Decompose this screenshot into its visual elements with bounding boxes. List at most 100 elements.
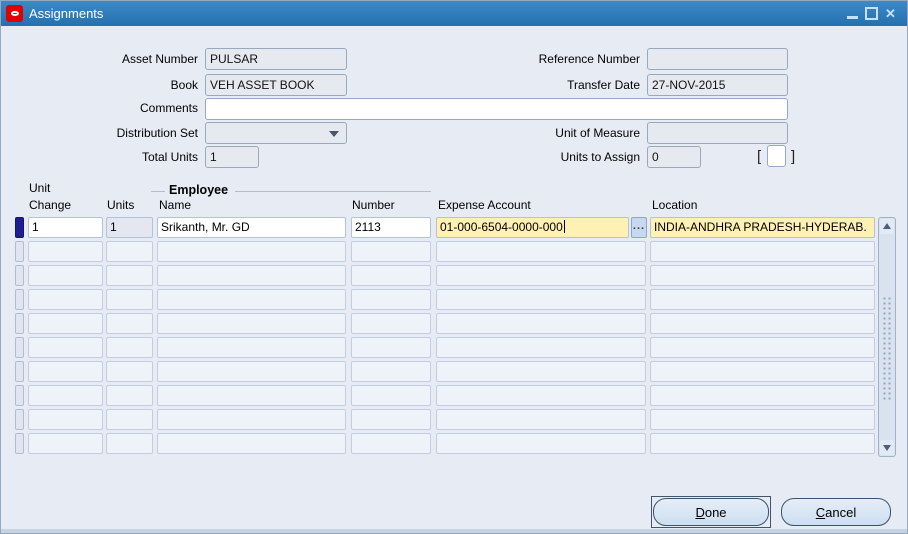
cell-units[interactable] xyxy=(106,385,153,406)
cell-name[interactable] xyxy=(157,241,346,262)
cell-name[interactable]: Srikanth, Mr. GD xyxy=(157,217,346,238)
scrollbar-thumb[interactable] xyxy=(882,296,892,401)
cell-units[interactable] xyxy=(106,409,153,430)
cell-expense-account[interactable] xyxy=(436,409,646,430)
cell-name[interactable] xyxy=(157,289,346,310)
cell-number[interactable] xyxy=(351,313,431,334)
vertical-scrollbar[interactable] xyxy=(878,217,896,457)
done-button-label: Done xyxy=(695,505,726,520)
record-selector[interactable] xyxy=(15,361,24,382)
distribution-set-label: Distribution Set xyxy=(31,126,198,140)
cell-units[interactable] xyxy=(106,289,153,310)
cell-number[interactable] xyxy=(351,289,431,310)
cell-location[interactable]: INDIA-ANDHRA PRADESH-HYDERAB. xyxy=(650,217,875,238)
done-button-focus-ring: Done xyxy=(651,496,771,528)
cell-expense-account[interactable]: 01-000-6504-0000-000 xyxy=(436,217,629,238)
cell-expense-account[interactable] xyxy=(436,241,646,262)
cell-location[interactable] xyxy=(650,433,875,454)
bracket-box-field[interactable] xyxy=(767,145,786,167)
distribution-set-select[interactable] xyxy=(205,122,347,144)
table-row xyxy=(1,289,908,312)
cell-name[interactable] xyxy=(157,265,346,286)
cell-unit-change[interactable] xyxy=(28,361,103,382)
cell-unit-change[interactable] xyxy=(28,289,103,310)
cell-unit-change[interactable] xyxy=(28,433,103,454)
comments-field[interactable] xyxy=(205,98,788,120)
cell-name[interactable] xyxy=(157,361,346,382)
lov-ellipsis-button[interactable]: ... xyxy=(631,217,647,238)
done-button[interactable]: Done xyxy=(653,498,769,526)
cell-unit-change[interactable] xyxy=(28,241,103,262)
cell-number[interactable] xyxy=(351,265,431,286)
cell-location[interactable] xyxy=(650,289,875,310)
cell-number[interactable] xyxy=(351,241,431,262)
record-selector[interactable] xyxy=(15,289,24,310)
cell-expense-account[interactable] xyxy=(436,313,646,334)
cell-units[interactable] xyxy=(106,433,153,454)
record-selector[interactable] xyxy=(15,241,24,262)
cell-units[interactable] xyxy=(106,361,153,382)
cell-location[interactable] xyxy=(650,265,875,286)
cell-number[interactable] xyxy=(351,409,431,430)
units-to-assign-label: Units to Assign xyxy=(471,150,640,164)
cell-unit-change[interactable] xyxy=(28,265,103,286)
cell-expense-account[interactable] xyxy=(436,289,646,310)
cell-expense-account[interactable] xyxy=(436,385,646,406)
cell-expense-account[interactable] xyxy=(436,361,646,382)
table-row xyxy=(1,337,908,360)
cell-unit-change[interactable]: 1 xyxy=(28,217,103,238)
transfer-date-label: Transfer Date xyxy=(471,78,640,92)
units-to-assign-field: 0 xyxy=(647,146,701,168)
record-selector[interactable] xyxy=(15,385,24,406)
cell-units[interactable] xyxy=(106,241,153,262)
close-icon[interactable]: ✕ xyxy=(884,7,897,20)
cell-unit-change[interactable] xyxy=(28,313,103,334)
record-selector[interactable] xyxy=(15,313,24,334)
cell-name[interactable] xyxy=(157,409,346,430)
cell-expense-account[interactable] xyxy=(436,337,646,358)
scroll-up-icon[interactable] xyxy=(880,219,894,234)
window-title: Assignments xyxy=(29,6,103,21)
cell-number[interactable] xyxy=(351,385,431,406)
cell-number[interactable] xyxy=(351,361,431,382)
total-units-label: Total Units xyxy=(31,150,198,164)
cell-location[interactable] xyxy=(650,361,875,382)
minimize-icon[interactable] xyxy=(846,7,859,20)
record-selector[interactable] xyxy=(15,409,24,430)
cell-unit-change[interactable] xyxy=(28,409,103,430)
bracket-open: [ xyxy=(757,148,761,165)
cell-unit-change[interactable] xyxy=(28,385,103,406)
cell-location[interactable] xyxy=(650,241,875,262)
cell-unit-change[interactable] xyxy=(28,337,103,358)
table-row xyxy=(1,241,908,264)
cell-name[interactable] xyxy=(157,313,346,334)
cell-name[interactable] xyxy=(157,337,346,358)
table-row xyxy=(1,433,908,456)
record-selector[interactable] xyxy=(15,337,24,358)
cell-expense-account[interactable] xyxy=(436,265,646,286)
scroll-down-icon[interactable] xyxy=(880,440,894,455)
cell-units[interactable] xyxy=(106,265,153,286)
cell-name[interactable] xyxy=(157,433,346,454)
cell-units[interactable]: 1 xyxy=(106,217,153,238)
cell-name[interactable] xyxy=(157,385,346,406)
cell-location[interactable] xyxy=(650,313,875,334)
cell-number[interactable] xyxy=(351,433,431,454)
cell-location[interactable] xyxy=(650,385,875,406)
cell-units[interactable] xyxy=(106,337,153,358)
maximize-icon[interactable] xyxy=(865,7,878,20)
cell-location[interactable] xyxy=(650,337,875,358)
cancel-button[interactable]: Cancel xyxy=(781,498,891,526)
book-label: Book xyxy=(31,78,198,92)
record-selector[interactable] xyxy=(15,433,24,454)
record-selector[interactable] xyxy=(15,265,24,286)
cell-location[interactable] xyxy=(650,409,875,430)
cell-expense-account[interactable] xyxy=(436,433,646,454)
cell-number[interactable]: 2113 xyxy=(351,217,431,238)
table-row: 11Srikanth, Mr. GD211301-000-6504-0000-0… xyxy=(1,217,908,240)
table-row xyxy=(1,361,908,384)
cell-units[interactable] xyxy=(106,313,153,334)
record-selector[interactable] xyxy=(15,217,24,238)
cell-number[interactable] xyxy=(351,337,431,358)
header-name: Name xyxy=(159,198,191,212)
